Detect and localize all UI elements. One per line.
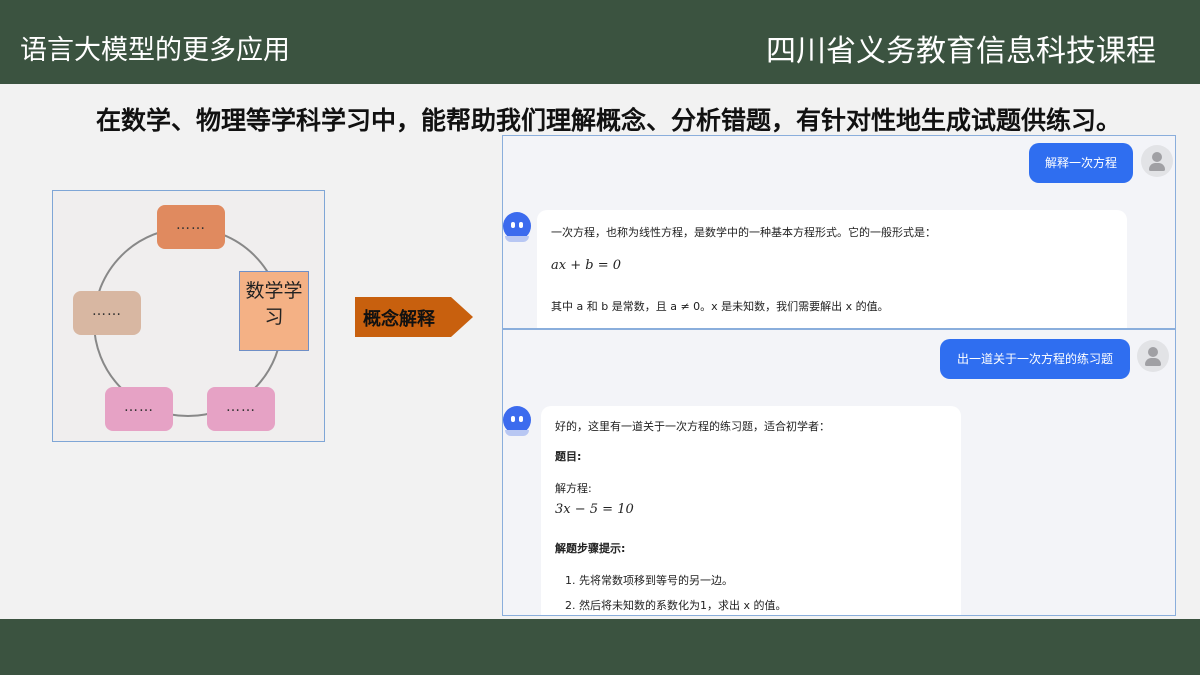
- bot-reply-line: 解方程:: [555, 482, 592, 495]
- bot-avatar-icon: [503, 406, 531, 436]
- user-avatar-icon: [1141, 145, 1173, 177]
- bot-reply-card: 好的，这里有一道关于一次方程的练习题，适合初学者： 题目: 解方程: 3x − …: [541, 406, 961, 615]
- cycle-node-bottom-left: ……: [105, 387, 173, 431]
- bot-avatar-icon: [503, 212, 531, 242]
- user-message-bubble: 解释一次方程: [1029, 143, 1133, 183]
- bot-reply-line: 好的，这里有一道关于一次方程的练习题，适合初学者：: [555, 420, 830, 433]
- bot-reply-step: 2. 然后将未知数的系数化为1，求出 x 的值。: [565, 599, 787, 612]
- concept-cycle-diagram: …… …… …… …… 数学学习: [52, 190, 325, 442]
- bot-reply-step: 1. 先将常数项移到等号的另一边。: [565, 574, 733, 587]
- user-message-text: 解释一次方程: [1044, 156, 1117, 170]
- cycle-node-bottom-right: ……: [207, 387, 275, 431]
- bot-reply-equation: 3x − 5 = 10: [555, 502, 634, 517]
- header-bar: 语言大模型的更多应用 四川省义务教育信息科技课程: [0, 0, 1200, 84]
- chat-window-explain: 解释一次方程 一次方程，也称为线性方程，是数学中的一种基本方程形式。它的一般形式…: [502, 135, 1176, 329]
- cycle-node-left: ……: [73, 291, 141, 335]
- user-message-text: 出一道关于一次方程的练习题: [956, 352, 1113, 366]
- arrow-label-text: 概念解释: [363, 309, 435, 330]
- bot-reply-equation: ax + b = 0: [551, 258, 621, 273]
- bot-reply-heading: 解题步骤提示:: [555, 542, 626, 555]
- chat-window-exercise: 出一道关于一次方程的练习题 好的，这里有一道关于一次方程的练习题，适合初学者： …: [502, 329, 1176, 616]
- course-title: 四川省义务教育信息科技课程: [766, 34, 1156, 69]
- user-avatar-icon: [1137, 340, 1169, 372]
- bot-reply-line: 其中 a 和 b 是常数，且 a ≠ 0。x 是未知数，我们需要解出 x 的值。: [551, 300, 889, 313]
- footer-bar: [0, 619, 1200, 675]
- math-learning-label: 数学学习: [239, 271, 309, 351]
- slide-title: 语言大模型的更多应用: [20, 35, 290, 66]
- bot-reply-heading: 题目:: [555, 450, 582, 463]
- bot-reply-card: 一次方程，也称为线性方程，是数学中的一种基本方程形式。它的一般形式是： ax +…: [537, 210, 1127, 328]
- concept-explain-arrow: 概念解释: [355, 297, 473, 337]
- user-message-bubble: 出一道关于一次方程的练习题: [940, 339, 1130, 379]
- bot-reply-line: 一次方程，也称为线性方程，是数学中的一种基本方程形式。它的一般形式是：: [551, 226, 936, 239]
- cycle-node-top: ……: [157, 205, 225, 249]
